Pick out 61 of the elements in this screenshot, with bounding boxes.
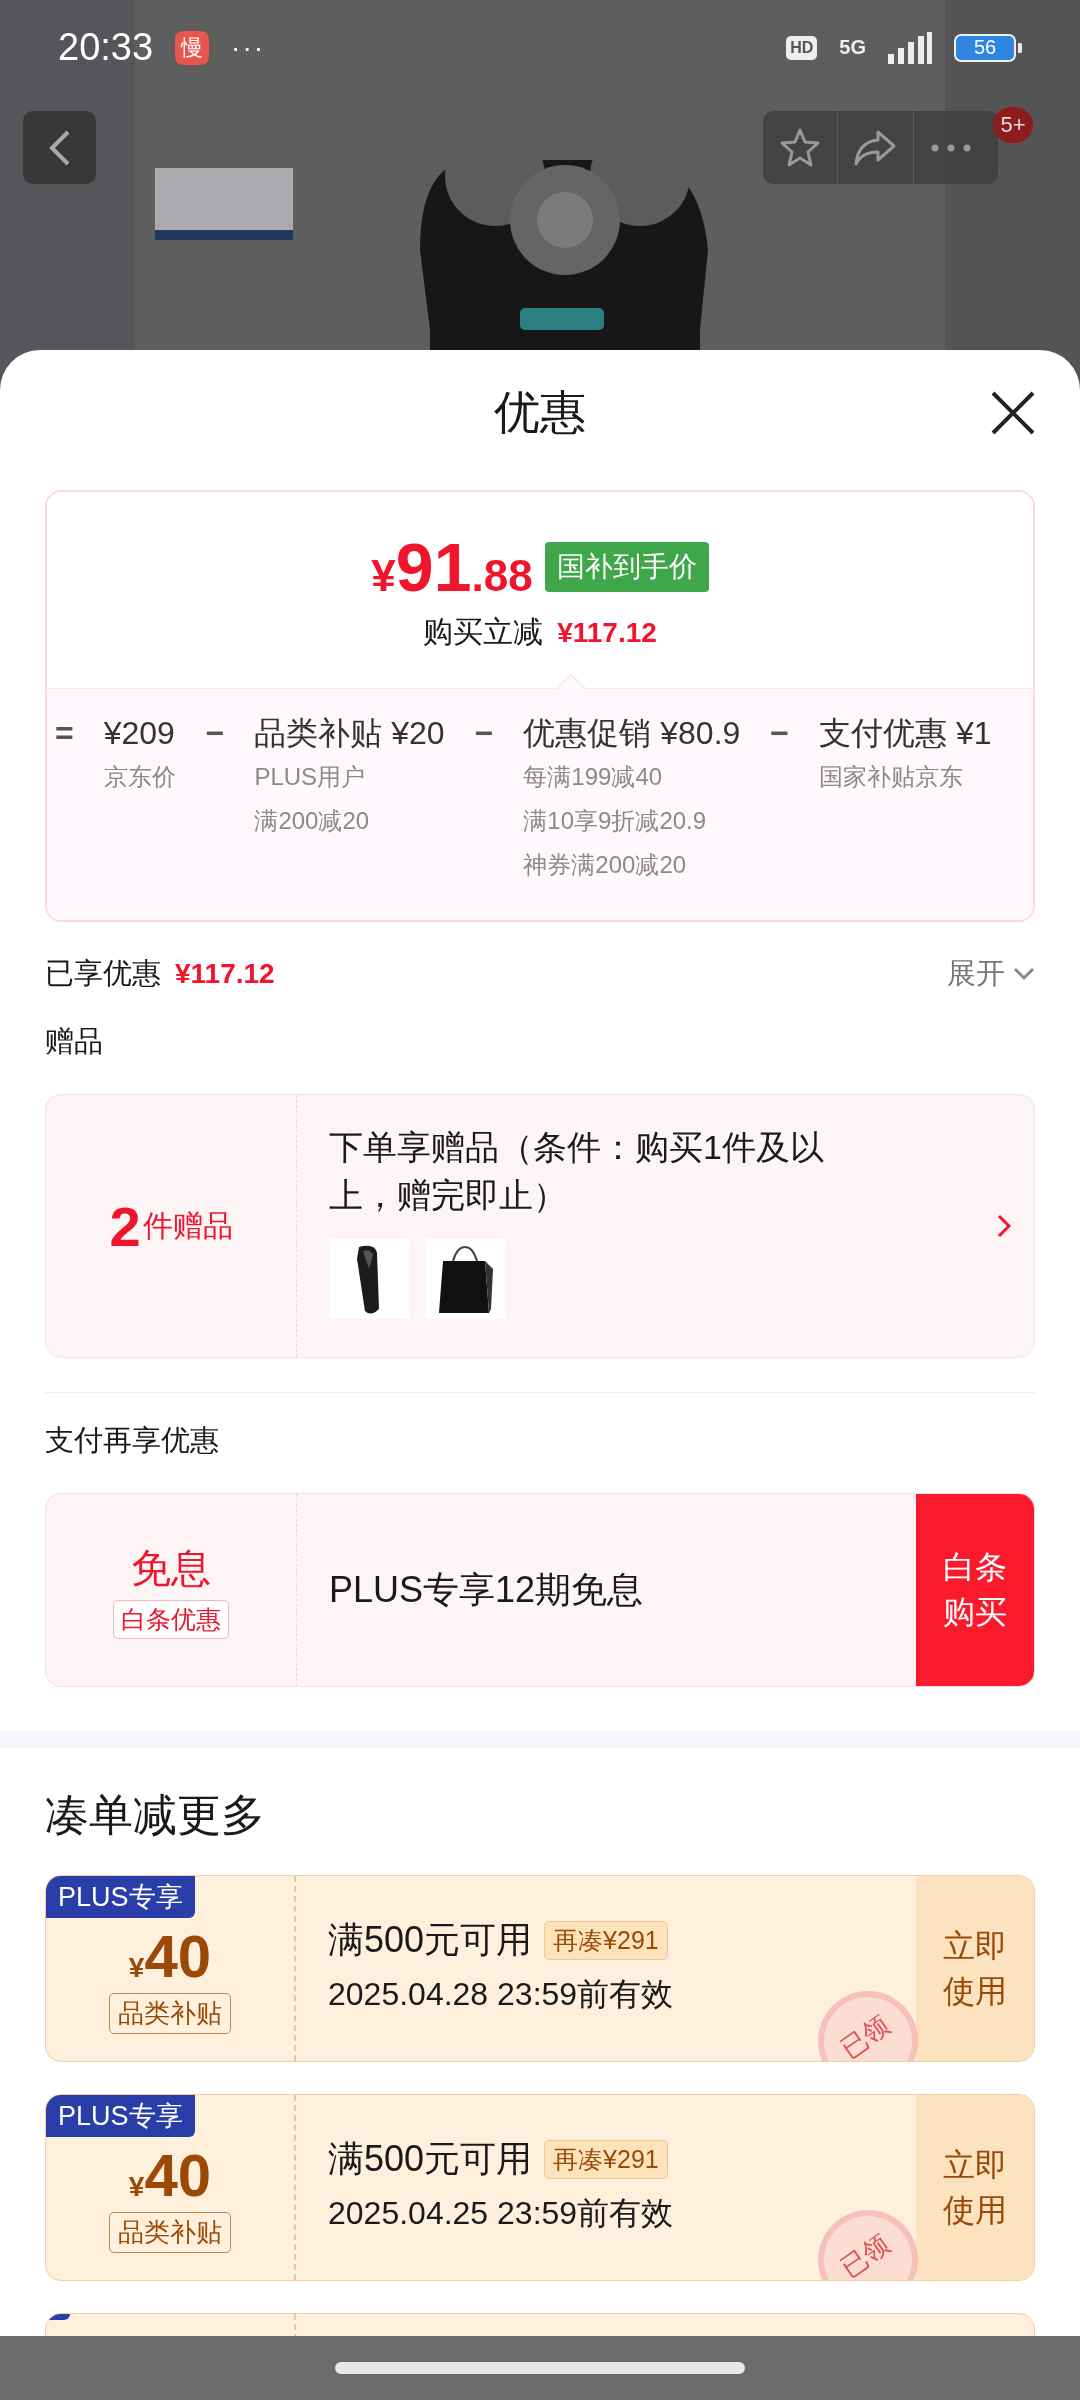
offer-tag: 白条优惠 (113, 1600, 229, 1639)
signal-icon (888, 31, 932, 64)
coupon-amount: ¥40 (128, 1921, 212, 1991)
component-note: 神券满200减20 (523, 850, 688, 880)
close-button[interactable] (990, 390, 1036, 436)
more-icon (930, 143, 971, 152)
status-time: 20:33 (58, 26, 154, 69)
price-component: 优惠促销 ¥80.9 (523, 714, 741, 753)
back-icon (47, 128, 72, 167)
hd-indicator: HD (786, 35, 818, 60)
price-component: 支付优惠 ¥1 (819, 714, 992, 753)
app-notification-icon: 慢 (175, 30, 210, 65)
expand-button[interactable]: 展开 (947, 954, 1035, 994)
section-heading: 赠品 (45, 1024, 104, 1059)
top-up-tag: 再凑¥291 (544, 2140, 668, 2179)
gift-description: 下单享赠品（条件：购买1件及以上，赠完即止） (329, 1127, 825, 1216)
sheet-title: 优惠 (494, 384, 586, 440)
coupon-validity: 2025.04.28 23:59前有效 (328, 1975, 675, 2014)
price-tag: 国补到手价 (544, 541, 709, 592)
component-note: 满200减20 (254, 806, 371, 836)
offer-title: 免息 (131, 1545, 211, 1592)
use-now-button[interactable]: 立即使用 (916, 2095, 1034, 2280)
saving-label: 购买立减 (423, 613, 544, 650)
component-note: 满10享9折减20.9 (523, 806, 708, 836)
component-note: 国家补贴京东 (819, 762, 964, 792)
network-type: 5G (839, 36, 866, 59)
plus-badge: PLUS专享 (46, 2095, 195, 2137)
component-note: 每满199减40 (523, 762, 664, 792)
buy-button[interactable]: 白条购买 (916, 1494, 1034, 1686)
back-button[interactable] (23, 111, 96, 184)
chevron-down-icon (1013, 967, 1035, 981)
saving-amount: ¥117.12 (557, 616, 657, 649)
plus-badge: PLUS专享 (46, 1876, 195, 1918)
coupon-condition: 满500元可用 (328, 2137, 533, 2181)
component-note: 京东价 (103, 762, 176, 792)
coupon-condition: 满500元可用 (328, 1918, 533, 1962)
coupon-amount: ¥40 (128, 2140, 212, 2210)
offer-description: PLUS专享12期免息 (329, 1567, 644, 1612)
coupon-validity: 2025.04.25 23:59前有效 (328, 2194, 675, 2233)
enjoyed-amount: ¥117.12 (175, 958, 275, 990)
operator-sign: − (474, 714, 494, 753)
operator-sign: − (205, 714, 225, 753)
section-heading: 支付再享优惠 (45, 1423, 220, 1458)
component-note: PLUS用户 (254, 762, 367, 792)
operator-sign: − (770, 714, 789, 753)
gift-count-label: 件赠品 (142, 1207, 233, 1244)
close-icon (990, 390, 1036, 436)
price-component: ¥209 (103, 714, 176, 753)
more-notifications: ··· (231, 31, 266, 64)
top-up-tag: 再凑¥291 (544, 1921, 668, 1960)
use-now-button[interactable]: 立即使用 (916, 1876, 1034, 2061)
coupon-tag: 品类补贴 (109, 2211, 231, 2253)
gift-count: 2 (109, 1193, 141, 1259)
price-component: 品类补贴 ¥20 (254, 714, 445, 753)
battery-indicator: 56 (954, 33, 1022, 62)
final-price: ¥91.88 (371, 527, 533, 606)
enjoyed-label: 已享优惠 (45, 956, 161, 991)
section-heading: 凑单减更多 (45, 1789, 266, 1841)
coupon-tag: 品类补贴 (109, 1992, 231, 2034)
operator-sign: = (55, 714, 74, 753)
chevron-icon (997, 1214, 1011, 1238)
